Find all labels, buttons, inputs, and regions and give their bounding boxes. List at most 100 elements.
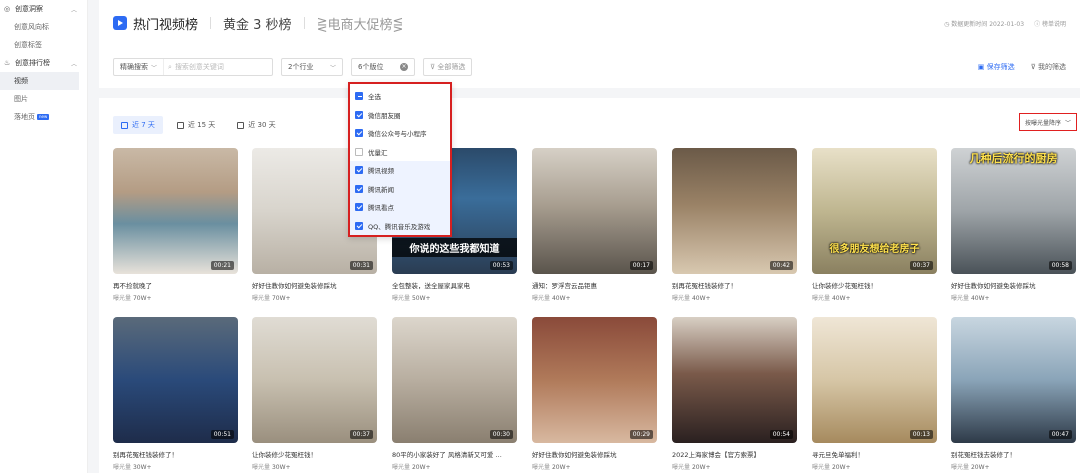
- video-impressions: 曝光量 30W+: [252, 462, 377, 471]
- tab-golden-3s[interactable]: 黄金 3 秒榜: [223, 14, 292, 33]
- tab-7-days[interactable]: 近 7 天: [113, 116, 163, 134]
- save-filter-button[interactable]: ▣ 保存筛选: [978, 62, 1015, 72]
- search-input[interactable]: ⌕ 搜索创意关键词: [164, 62, 224, 72]
- video-duration: 00:29: [629, 430, 653, 439]
- video-thumbnail[interactable]: 00:47: [951, 317, 1076, 443]
- video-card[interactable]: 00:47 别花冤枉钱去装修了！ 曝光量 20W+: [951, 317, 1076, 471]
- checkbox[interactable]: [355, 92, 363, 101]
- placement-option[interactable]: 腾讯新闻: [350, 179, 450, 198]
- stat-label: 曝光量: [113, 464, 132, 471]
- video-card[interactable]: 00:13 寻元旦免单福利！ 曝光量 20W+: [812, 317, 937, 471]
- tab-hot-video[interactable]: 热门视频榜: [133, 14, 198, 33]
- video-card[interactable]: 00:42 别再花冤枉钱装修了！ 曝光量 40W+: [672, 148, 797, 302]
- placement-option[interactable]: 优量汇: [350, 143, 450, 162]
- checkbox[interactable]: [355, 221, 363, 230]
- video-duration: 00:51: [210, 430, 234, 439]
- video-card[interactable]: 00:37 让你装修少花冤枉钱！ 曝光量 30W+: [252, 317, 377, 471]
- video-title[interactable]: 通知：罗浮宫云品钜惠: [532, 280, 657, 290]
- video-card[interactable]: 00:21 再不捡就晚了 曝光量 70W+: [113, 148, 238, 302]
- video-title[interactable]: 好好住教你如何避免装修踩坑: [532, 449, 657, 459]
- video-title[interactable]: 好好住教你如何避免装修踩坑: [252, 280, 377, 290]
- stat-label: 曝光量: [812, 295, 831, 302]
- video-title[interactable]: 2022上海家博会【官方索票】: [672, 449, 797, 459]
- video-title[interactable]: 别花冤枉钱去装修了！: [951, 449, 1076, 459]
- stat-label: 曝光量: [532, 464, 551, 471]
- video-title[interactable]: 寻元旦免单福利！: [812, 449, 937, 459]
- placement-option[interactable]: 全选: [350, 87, 450, 106]
- sidebar-group-ranking[interactable]: ♨ 创意排行榜 ︿: [0, 54, 87, 72]
- video-thumbnail[interactable]: 00:13: [812, 317, 937, 443]
- checkbox[interactable]: [355, 166, 363, 175]
- checkbox[interactable]: [355, 129, 363, 138]
- stat-value: 40W+: [691, 295, 711, 302]
- video-duration: 00:47: [1048, 430, 1072, 439]
- sidebar-item-label: 落地页: [14, 113, 35, 121]
- video-impressions: 曝光量 70W+: [252, 293, 377, 302]
- video-thumbnail[interactable]: 很多朋友想给老房子 00:37: [812, 148, 937, 274]
- video-card[interactable]: 00:29 好好住教你如何避免装修踩坑 曝光量 20W+: [532, 317, 657, 471]
- search-mode-select[interactable]: 精确搜索 ﹀: [114, 59, 165, 75]
- save-filter-label: 保存筛选: [986, 63, 1015, 71]
- tab-ecommerce[interactable]: ⋛电商大促榜⋚: [317, 14, 404, 33]
- industry-select[interactable]: 2个行业 ﹀: [281, 58, 343, 76]
- video-title[interactable]: 别再花冤枉钱装修了！: [113, 449, 238, 459]
- video-impressions: 曝光量 40W+: [951, 293, 1076, 302]
- video-card[interactable]: 很多朋友想给老房子 00:37 让你装修少花冤枉钱！ 曝光量 40W+: [812, 148, 937, 302]
- video-thumbnail[interactable]: 00:21: [113, 148, 238, 274]
- placement-option[interactable]: 腾讯看点: [350, 198, 450, 217]
- tab-30-days[interactable]: 近 30 天: [229, 116, 283, 134]
- chevron-down-icon: ﹀: [329, 64, 336, 72]
- video-title[interactable]: 80平的小家装好了 风格清新又可爱 …: [392, 449, 517, 459]
- placement-option[interactable]: QQ、腾讯音乐及游戏: [350, 216, 450, 235]
- video-title[interactable]: 让你装修少花冤枉钱！: [252, 449, 377, 459]
- checkbox[interactable]: [355, 110, 363, 119]
- video-duration: 00:53: [489, 261, 513, 270]
- sidebar-group-insight[interactable]: ◎ 创意洞察 ︿: [0, 0, 87, 18]
- video-thumbnail[interactable]: 00:51: [113, 317, 238, 443]
- video-thumbnail[interactable]: 00:30: [392, 317, 517, 443]
- tab-15-days[interactable]: 近 15 天: [169, 116, 223, 134]
- checkbox[interactable]: [355, 203, 363, 212]
- video-duration: 00:58: [1048, 261, 1072, 270]
- title-row: 热门视频榜 黄金 3 秒榜 ⋛电商大促榜⋚: [113, 13, 403, 33]
- video-title[interactable]: 别再花冤枉钱装修了！: [672, 280, 797, 290]
- video-card[interactable]: 00:54 2022上海家博会【官方索票】 曝光量 20W+: [672, 317, 797, 471]
- video-title[interactable]: 全包整装，送全屋家具家电: [392, 280, 517, 290]
- placement-option[interactable]: 腾讯视频: [350, 161, 450, 180]
- video-thumbnail[interactable]: 00:29: [532, 317, 657, 443]
- checkbox[interactable]: [355, 147, 363, 156]
- guide-label: 榜单说明: [1041, 21, 1066, 28]
- my-filter-label: 我的筛选: [1038, 63, 1066, 71]
- video-thumbnail[interactable]: 几种后流行的厨房 00:58: [951, 148, 1076, 274]
- video-card[interactable]: 00:30 80平的小家装好了 风格清新又可爱 … 曝光量 20W+: [392, 317, 517, 471]
- video-thumbnail[interactable]: 00:17: [532, 148, 657, 274]
- sidebar-item-video[interactable]: 视频: [0, 72, 79, 90]
- clear-icon[interactable]: ×: [400, 63, 408, 71]
- video-thumbnail[interactable]: 00:54: [672, 317, 797, 443]
- calendar-icon: [121, 121, 128, 129]
- video-title[interactable]: 让你装修少花冤枉钱！: [812, 280, 937, 290]
- placement-select[interactable]: 6个版位 ×: [351, 58, 415, 76]
- sidebar-item-tags[interactable]: 创意标签: [0, 36, 87, 54]
- video-card[interactable]: 几种后流行的厨房 00:58 好好住教你如何避免装修踩坑 曝光量 40W+: [951, 148, 1076, 302]
- placement-option[interactable]: 微信公众号与小程序: [350, 124, 450, 143]
- guide-link[interactable]: ⓘ 榜单说明: [1034, 19, 1066, 28]
- stat-value: 20W+: [411, 464, 431, 471]
- video-thumbnail[interactable]: 00:42: [672, 148, 797, 274]
- checkbox[interactable]: [355, 184, 363, 193]
- all-filter-button[interactable]: ⊽ 全部筛选: [423, 58, 473, 76]
- sidebar-item-image[interactable]: 图片: [0, 90, 87, 108]
- sort-select[interactable]: 按曝光量降序 ﹀: [1018, 113, 1077, 131]
- sidebar-item-trend[interactable]: 创意风向标: [0, 18, 87, 36]
- video-caption: 很多朋友想给老房子: [829, 244, 920, 255]
- my-filter-button[interactable]: ⊽ 我的筛选: [1031, 62, 1066, 72]
- video-title[interactable]: 再不捡就晚了: [113, 280, 238, 290]
- video-card[interactable]: 00:17 通知：罗浮宫云品钜惠 曝光量 40W+: [532, 148, 657, 302]
- new-badge: new: [37, 114, 50, 120]
- video-card[interactable]: 00:51 别再花冤枉钱装修了！ 曝光量 30W+: [113, 317, 238, 471]
- video-thumbnail[interactable]: 00:37: [252, 317, 377, 443]
- video-title[interactable]: 好好住教你如何避免装修踩坑: [951, 280, 1076, 290]
- update-time: 数据更新时间 2022-01-03: [951, 21, 1025, 28]
- placement-option[interactable]: 微信朋友圈: [350, 106, 450, 125]
- sidebar-item-landing[interactable]: 落地页 new: [0, 108, 87, 126]
